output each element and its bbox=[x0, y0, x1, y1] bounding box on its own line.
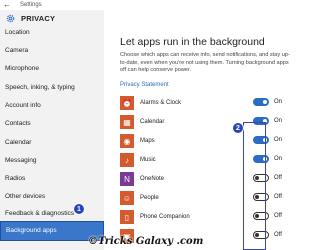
sidebar-item-calendar[interactable]: Calendar bbox=[0, 133, 104, 153]
maps-icon: ◉ bbox=[120, 134, 134, 148]
app-name: People bbox=[140, 195, 159, 201]
sidebar-item-camera[interactable]: Camera bbox=[0, 41, 104, 61]
people-icon: ☺ bbox=[120, 191, 134, 205]
toggle-highlight-box bbox=[243, 122, 266, 250]
page-title: Let apps run in the background bbox=[120, 36, 265, 48]
main-content: Let apps run in the background Choose wh… bbox=[104, 10, 300, 250]
toggle-knob bbox=[263, 100, 267, 104]
sidebar-item-messaging[interactable]: Messaging bbox=[0, 151, 104, 171]
toggle-state-label: Off bbox=[274, 175, 282, 181]
annotation-badge-2: 2 bbox=[232, 122, 244, 134]
toggle-state-label: On bbox=[274, 99, 283, 105]
app-name: Maps bbox=[140, 138, 155, 144]
sidebar-item-contacts[interactable]: Contacts bbox=[0, 114, 104, 134]
watermark: ©Tricks Galaxy .com bbox=[88, 236, 204, 247]
sidebar-item-location[interactable]: Location bbox=[0, 23, 104, 43]
toggle-state-label: On bbox=[274, 156, 283, 162]
sidebar: PRIVACY Location Camera Microphone Speec… bbox=[0, 10, 104, 250]
app-row: ▯ Phone Companion Off bbox=[120, 209, 300, 227]
app-row: ▦ Calendar On bbox=[120, 114, 300, 132]
toggle-state-label: On bbox=[274, 137, 283, 143]
annotation-badge-1: 1 bbox=[73, 203, 85, 215]
app-name: Calendar bbox=[140, 119, 165, 125]
toggle-state-label: On bbox=[274, 118, 283, 124]
phone-companion-icon: ▯ bbox=[120, 210, 134, 224]
music-icon: ♪ bbox=[120, 153, 134, 167]
app-name: Phone Companion bbox=[140, 214, 190, 220]
window-title: Settings bbox=[20, 2, 42, 8]
app-name: Music bbox=[140, 157, 156, 163]
app-name: Alarms & Clock bbox=[140, 100, 182, 106]
sidebar-title: PRIVACY bbox=[21, 14, 56, 23]
alarm-clock-icon: ⏰ bbox=[120, 96, 134, 110]
sidebar-item-microphone[interactable]: Microphone bbox=[0, 59, 104, 79]
app-row: ⏰ Alarms & Clock On bbox=[120, 95, 300, 113]
toggle-state-label: Off bbox=[274, 194, 282, 200]
app-row: ◉ Maps On bbox=[120, 133, 300, 151]
title-bar: ← Settings bbox=[0, 0, 300, 10]
sidebar-item-radios[interactable]: Radios bbox=[0, 169, 104, 189]
app-name: OneNote bbox=[140, 176, 165, 182]
back-arrow-icon[interactable]: ← bbox=[3, 0, 11, 10]
app-row: ♪ Music On bbox=[120, 152, 300, 170]
app-row: ☺ People Off bbox=[120, 190, 300, 208]
toggle-state-label: Off bbox=[274, 213, 282, 219]
background-toggle[interactable] bbox=[253, 98, 269, 106]
sidebar-item-speech[interactable]: Speech, inking, & typing bbox=[0, 78, 104, 98]
onenote-icon: N bbox=[120, 172, 134, 186]
sidebar-item-account-info[interactable]: Account info bbox=[0, 96, 104, 116]
privacy-statement-link[interactable]: Privacy Statement bbox=[120, 82, 169, 88]
app-row: N OneNote Off bbox=[120, 171, 300, 189]
calendar-icon: ▦ bbox=[120, 115, 134, 129]
page-description: Choose which apps can receive info, send… bbox=[120, 52, 290, 73]
toggle-state-label: Off bbox=[274, 232, 282, 238]
